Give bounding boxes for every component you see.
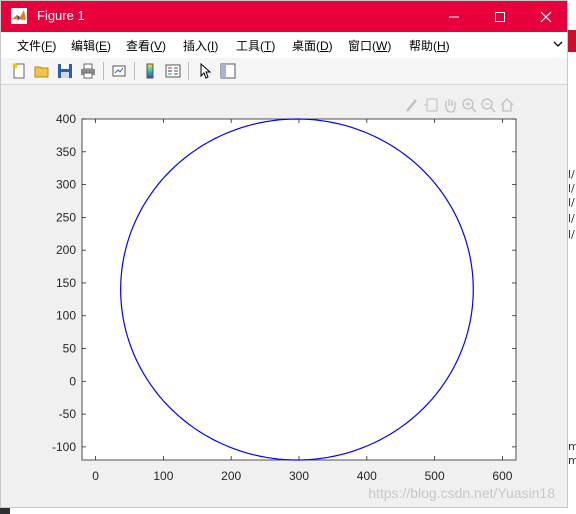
save-icon [58, 64, 72, 78]
edit-plot-icon [200, 63, 212, 79]
window-title: Figure 1 [37, 8, 85, 23]
y-tick-label: 350 [56, 145, 76, 159]
toolbar-separator [134, 62, 135, 80]
bg-text: l/ [568, 196, 575, 209]
menu-tools[interactable]: 工具(T) [236, 37, 275, 54]
x-tick-label: 0 [92, 469, 99, 483]
bg-text: l/ [568, 182, 575, 195]
x-tick-label: 400 [357, 469, 377, 483]
close-icon [540, 11, 552, 22]
minimize-icon [449, 16, 459, 17]
print-icon [81, 63, 95, 79]
edit-plot-button[interactable] [195, 61, 215, 81]
menu-edit[interactable]: 编辑(E) [71, 37, 111, 54]
chevron-icon[interactable] [553, 40, 563, 50]
watermark-text: https://blog.csdn.net/Yuasin18 [368, 485, 555, 501]
y-tick-label: 200 [56, 243, 76, 257]
insert-colorbar-icon [146, 63, 154, 79]
figure-window: Figure 1 文件(F) 编辑(E) 查看(V) 插入(I) 工具(T) 桌… [0, 0, 568, 508]
menu-bar: 文件(F) 编辑(E) 查看(V) 插入(I) 工具(T) 桌面(D) 窗口(W… [1, 32, 567, 59]
figure-toolbar [1, 58, 567, 85]
y-tick-label: 250 [56, 210, 76, 224]
bg-text: l/ [568, 212, 575, 225]
property-inspector-button[interactable] [218, 61, 238, 81]
toolbar-separator [103, 62, 104, 80]
background-red-strip [568, 30, 576, 52]
menu-window[interactable]: 窗口(W) [348, 37, 391, 54]
save-button[interactable] [55, 61, 75, 81]
link-plot-button[interactable] [109, 61, 129, 81]
menu-desktop[interactable]: 桌面(D) [292, 37, 333, 54]
print-button[interactable] [78, 61, 98, 81]
menu-view[interactable]: 查看(V) [126, 37, 166, 54]
maximize-icon [495, 11, 505, 22]
menu-insert[interactable]: 插入(I) [183, 37, 218, 54]
bg-text: l/ [568, 228, 575, 241]
y-tick-label: -50 [59, 407, 77, 421]
new-figure-icon [12, 63, 25, 79]
minimize-button[interactable] [431, 1, 477, 32]
x-tick-label: 300 [289, 469, 309, 483]
x-tick-label: 600 [492, 469, 512, 483]
maximize-button[interactable] [477, 1, 523, 32]
open-file-button[interactable] [32, 61, 52, 81]
bg-text: m [568, 454, 576, 467]
plot-axes[interactable]: 0 100 200 300 400 500 600 -100 -50 0 50 100 150 200 25… [1, 85, 567, 505]
menu-file[interactable]: 文件(F) [17, 37, 56, 54]
axes-background [81, 118, 517, 461]
title-bar[interactable]: Figure 1 [1, 1, 567, 32]
x-tick-label: 200 [221, 469, 241, 483]
matlab-logo-icon [11, 8, 27, 24]
insert-legend-icon [165, 64, 181, 78]
y-tick-label: 50 [63, 342, 77, 356]
y-tick-label: 150 [56, 276, 76, 290]
y-tick-label: -100 [52, 440, 76, 454]
y-tick-label: 400 [56, 112, 76, 126]
menu-help[interactable]: 帮助(H) [409, 37, 450, 54]
y-tick-label: 0 [69, 374, 76, 388]
bg-text: l/ [568, 168, 575, 181]
bg-text: m [568, 440, 576, 453]
link-plot-icon [112, 65, 126, 77]
y-tick-label: 300 [56, 178, 76, 192]
y-tick-label: 100 [56, 309, 76, 323]
x-tick-label: 500 [425, 469, 445, 483]
property-inspector-icon [220, 63, 236, 79]
open-file-icon [34, 66, 49, 78]
close-button[interactable] [523, 1, 569, 32]
insert-colorbar-button[interactable] [140, 61, 160, 81]
x-tick-label: 100 [153, 469, 173, 483]
toolbar-separator [188, 62, 189, 80]
insert-legend-button[interactable] [163, 61, 183, 81]
new-figure-button[interactable] [9, 61, 29, 81]
